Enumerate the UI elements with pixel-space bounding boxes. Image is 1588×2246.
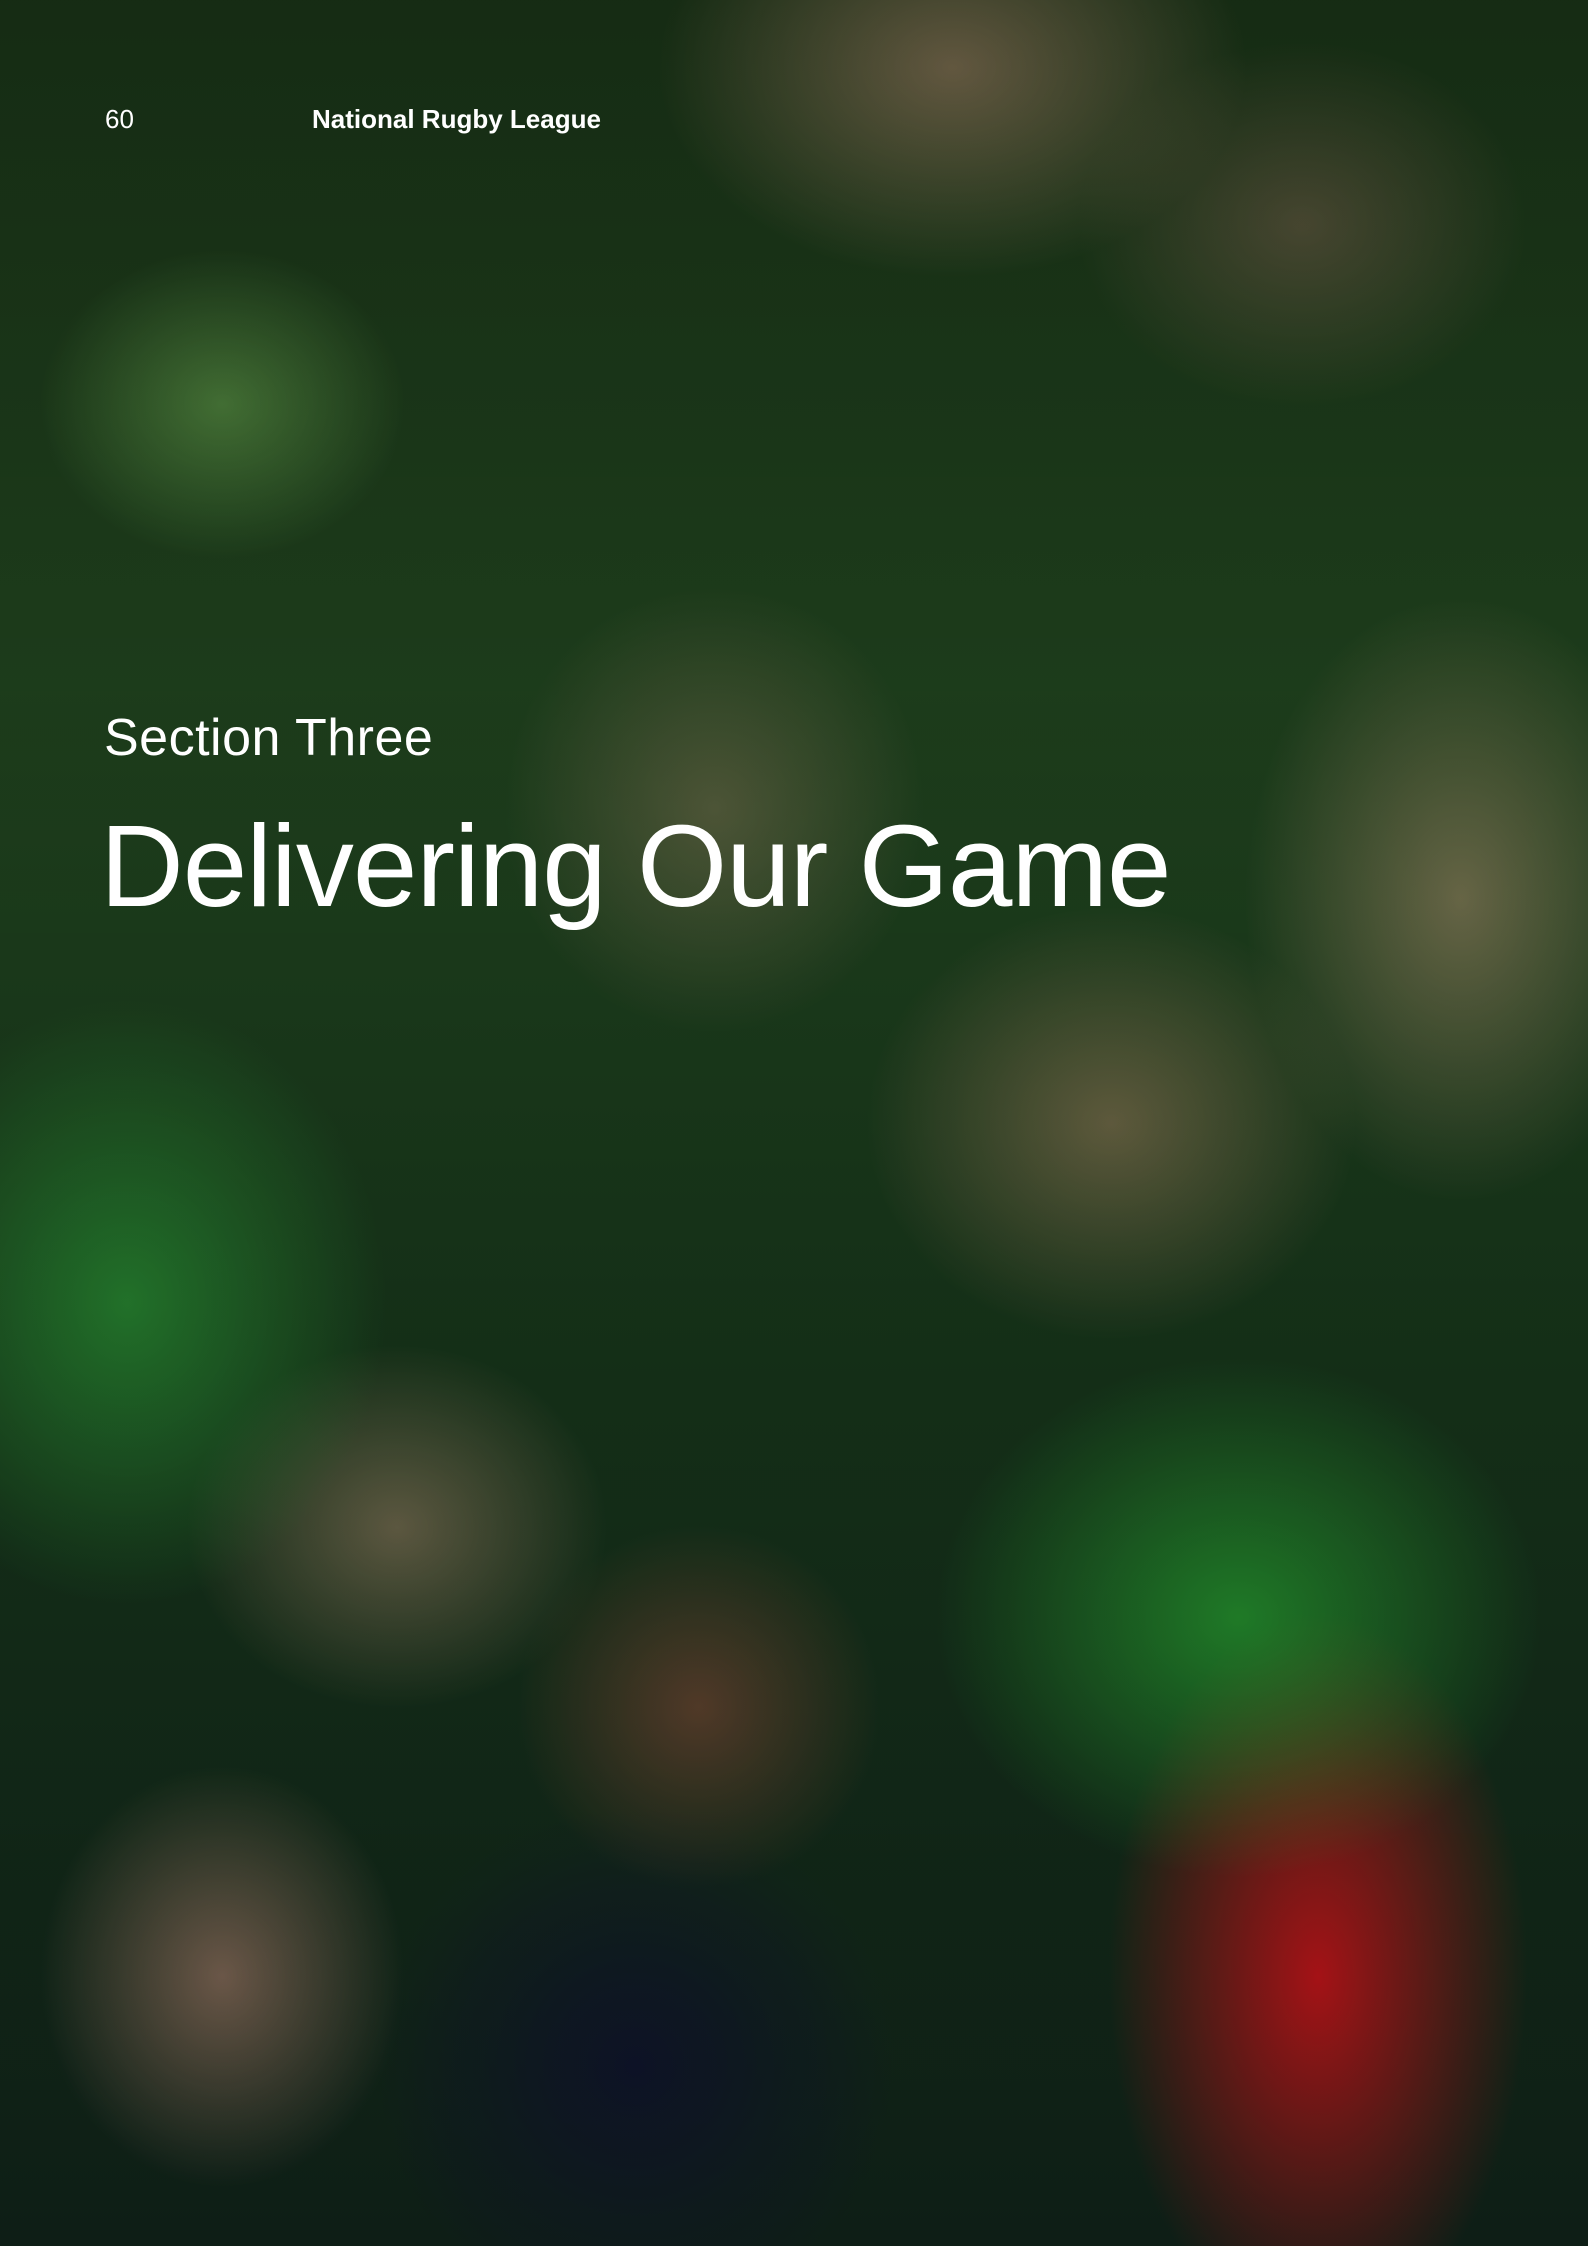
section-title: Delivering Our Game	[100, 801, 1171, 931]
page-header: 60 National Rugby League	[105, 104, 1483, 140]
document-title: National Rugby League	[312, 104, 601, 134]
section-label: Section Three	[104, 709, 434, 767]
page-number: 60	[105, 104, 134, 134]
photo-overlay	[0, 0, 1588, 2246]
report-page: 60 National Rugby League Section Three D…	[0, 0, 1588, 2246]
